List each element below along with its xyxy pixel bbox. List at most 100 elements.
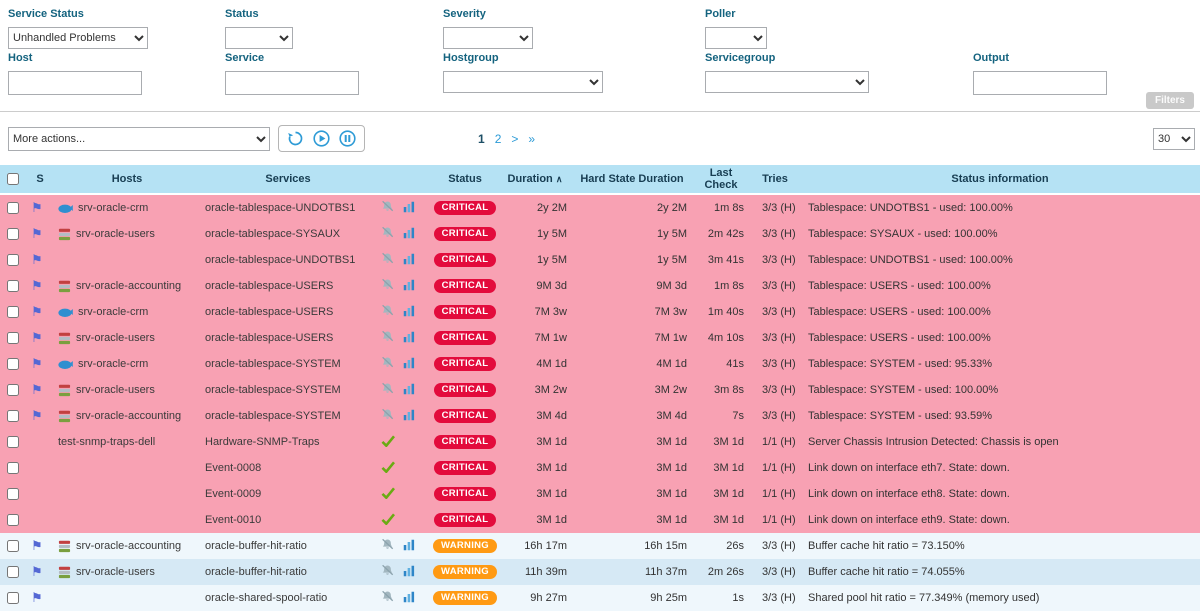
flag-icon[interactable]: ⚑ [31, 252, 43, 267]
filters-button[interactable]: Filters [1146, 92, 1194, 109]
flag-icon[interactable]: ⚑ [31, 408, 43, 423]
service-link[interactable]: oracle-buffer-hit-ratio [205, 540, 307, 552]
cell-tries: 1/1 (H) [750, 514, 800, 526]
flag-icon[interactable]: ⚑ [31, 226, 43, 241]
service-link[interactable]: oracle-tablespace-SYSAUX [205, 228, 340, 240]
header-status[interactable]: Status [432, 173, 498, 185]
header-status-information[interactable]: Status information [800, 173, 1200, 185]
service-link[interactable]: oracle-tablespace-UNDOTBS1 [205, 202, 355, 214]
row-checkbox[interactable] [7, 384, 19, 396]
host-input[interactable] [8, 71, 142, 95]
flag-icon[interactable]: ⚑ [31, 278, 43, 293]
host-link[interactable]: srv-oracle-users [76, 384, 155, 396]
flag-icon[interactable]: ⚑ [31, 304, 43, 319]
chart-icon[interactable] [403, 279, 415, 294]
service-link[interactable]: oracle-shared-spool-ratio [205, 592, 327, 604]
row-checkbox[interactable] [7, 462, 19, 474]
pause-icon[interactable] [339, 130, 356, 147]
chart-icon[interactable] [403, 227, 415, 242]
severity-select[interactable] [443, 27, 533, 49]
chart-icon[interactable] [403, 357, 415, 372]
chart-icon[interactable] [403, 331, 415, 346]
status-select[interactable] [225, 27, 293, 49]
servicegroup-select[interactable] [705, 71, 869, 93]
host-link[interactable]: srv-oracle-users [76, 332, 155, 344]
hostgroup-select[interactable] [443, 71, 603, 93]
row-checkbox[interactable] [7, 254, 19, 266]
chart-icon[interactable] [403, 591, 415, 606]
host-link[interactable]: srv-oracle-users [76, 228, 155, 240]
chart-icon[interactable] [403, 201, 415, 216]
poller-select[interactable] [705, 27, 767, 49]
service-link[interactable]: oracle-buffer-hit-ratio [205, 566, 307, 578]
row-checkbox[interactable] [7, 514, 19, 526]
flag-icon[interactable]: ⚑ [31, 330, 43, 345]
row-checkbox[interactable] [7, 332, 19, 344]
host-link[interactable]: test-snmp-traps-dell [58, 436, 155, 448]
page-next-link[interactable]: > [511, 132, 518, 146]
service-status-select[interactable]: Unhandled Problems [8, 27, 148, 49]
header-s[interactable]: S [26, 173, 54, 185]
header-services[interactable]: Services [200, 173, 376, 185]
page-2-link[interactable]: 2 [495, 132, 502, 146]
host-link[interactable]: srv-oracle-crm [78, 306, 148, 318]
host-link[interactable]: srv-oracle-crm [78, 358, 148, 370]
header-hard-state-duration[interactable]: Hard State Duration [572, 173, 692, 185]
flag-icon[interactable]: ⚑ [31, 564, 43, 579]
row-checkbox[interactable] [7, 592, 19, 604]
more-actions-select[interactable]: More actions... [8, 127, 270, 151]
flag-icon[interactable]: ⚑ [31, 538, 43, 553]
host-link[interactable]: srv-oracle-accounting [76, 540, 181, 552]
service-link[interactable]: Event-0008 [205, 462, 261, 474]
chart-icon[interactable] [403, 565, 415, 580]
row-checkbox[interactable] [7, 358, 19, 370]
page-size-select[interactable]: 30 [1153, 128, 1195, 150]
row-checkbox[interactable] [7, 306, 19, 318]
flag-icon[interactable]: ⚑ [31, 356, 43, 371]
flag-icon[interactable]: ⚑ [31, 590, 43, 605]
row-checkbox[interactable] [7, 202, 19, 214]
service-link[interactable]: oracle-tablespace-SYSTEM [205, 384, 341, 396]
service-link[interactable]: oracle-tablespace-SYSTEM [205, 410, 341, 422]
row-checkbox[interactable] [7, 488, 19, 500]
service-link[interactable]: Event-0010 [205, 514, 261, 526]
cell-tries: 3/3 (H) [750, 332, 800, 344]
refresh-icon[interactable] [287, 130, 304, 147]
chart-icon[interactable] [403, 409, 415, 424]
flag-icon[interactable]: ⚑ [31, 200, 43, 215]
row-checkbox[interactable] [7, 410, 19, 422]
page-last-link[interactable]: » [528, 132, 535, 146]
table-row: ⚑ srv-oracle-accounting oracle-tablespac… [0, 403, 1200, 429]
row-checkbox[interactable] [7, 436, 19, 448]
host-link[interactable]: srv-oracle-users [76, 566, 155, 578]
chart-icon[interactable] [403, 539, 415, 554]
service-link[interactable]: oracle-tablespace-USERS [205, 280, 333, 292]
host-link[interactable]: srv-oracle-accounting [76, 410, 181, 422]
header-tries[interactable]: Tries [750, 173, 800, 185]
service-input[interactable] [225, 71, 359, 95]
service-link[interactable]: Event-0009 [205, 488, 261, 500]
host-link[interactable]: srv-oracle-accounting [76, 280, 181, 292]
chart-icon[interactable] [403, 383, 415, 398]
service-link[interactable]: oracle-tablespace-USERS [205, 332, 333, 344]
select-all-checkbox[interactable] [7, 173, 19, 185]
header-hosts[interactable]: Hosts [54, 173, 200, 185]
service-link[interactable]: oracle-tablespace-UNDOTBS1 [205, 254, 355, 266]
play-icon[interactable] [313, 130, 330, 147]
chart-icon[interactable] [403, 253, 415, 268]
header-duration[interactable]: Duration ∧ [498, 173, 572, 185]
service-link[interactable]: oracle-tablespace-USERS [205, 306, 333, 318]
host-link[interactable]: srv-oracle-crm [78, 202, 148, 214]
service-link[interactable]: Hardware-SNMP-Traps [205, 436, 320, 448]
output-input[interactable] [973, 71, 1107, 95]
row-checkbox[interactable] [7, 228, 19, 240]
service-link[interactable]: oracle-tablespace-SYSTEM [205, 358, 341, 370]
header-last-check[interactable]: Last Check [692, 167, 750, 191]
row-checkbox[interactable] [7, 280, 19, 292]
status-badge: CRITICAL [434, 383, 497, 398]
row-checkbox[interactable] [7, 566, 19, 578]
table-row: ⚑ Event-0008 CRITICAL 3M 1d 3M 1d 3M 1d … [0, 455, 1200, 481]
chart-icon[interactable] [403, 305, 415, 320]
row-checkbox[interactable] [7, 540, 19, 552]
flag-icon[interactable]: ⚑ [31, 382, 43, 397]
